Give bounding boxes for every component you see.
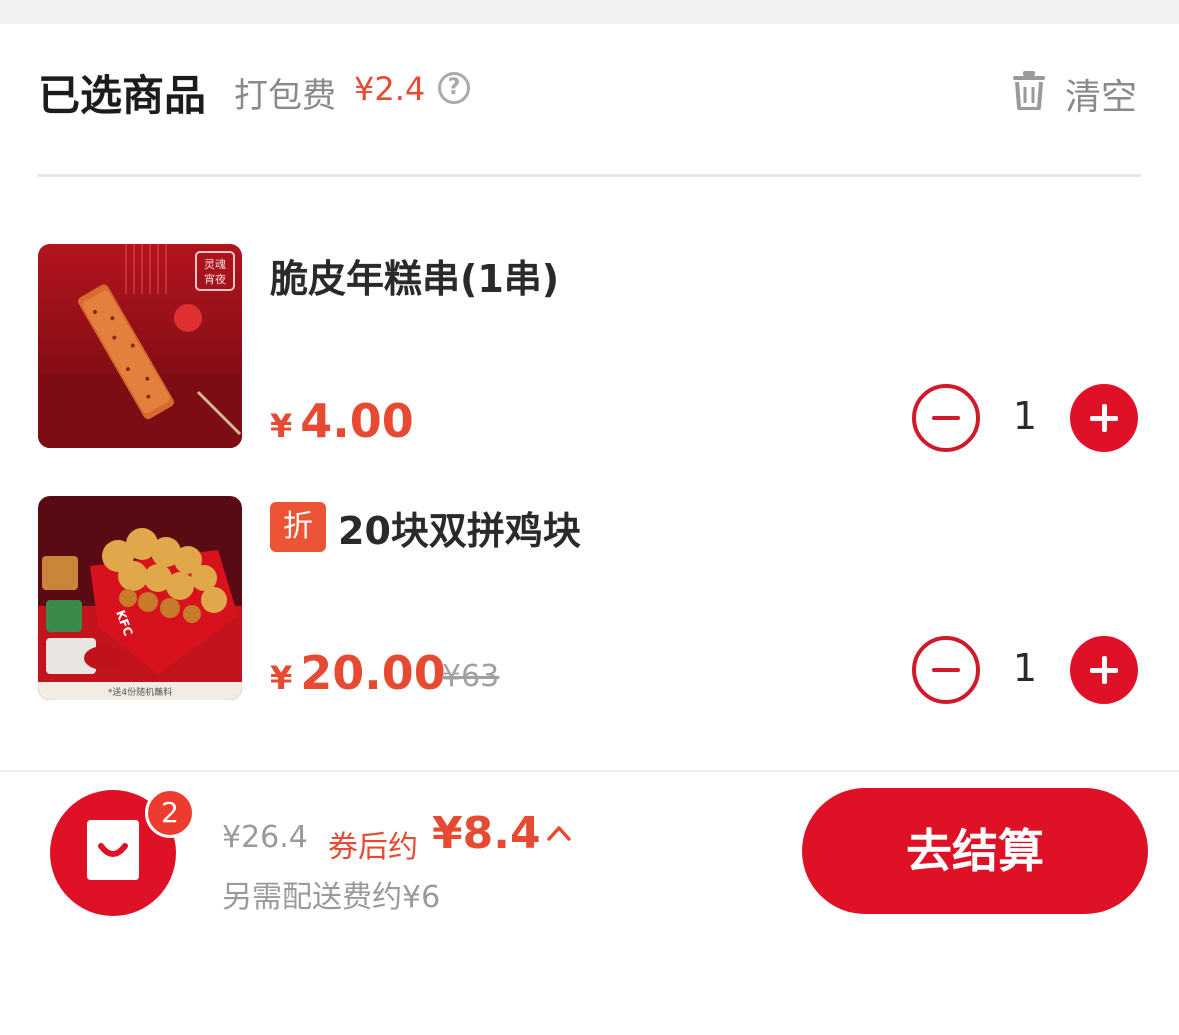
item-name: 20块双拼鸡块 [338, 509, 581, 553]
delivery-fee-note: 另需配送费约¥6 [222, 880, 441, 915]
quantity-stepper: 1 [912, 384, 1138, 452]
coupon-price[interactable]: ¥8.4 [432, 808, 541, 859]
clear-cart-button[interactable]: 清空 [1011, 66, 1141, 118]
checkout-bar: 2 ¥26.4 券后约 ¥8.4 另需配送费约¥6 去结算 [0, 770, 1179, 1035]
product-image[interactable]: *送4份随机蘸料 KFC [38, 496, 242, 700]
svg-text:宵夜: 宵夜 [204, 272, 226, 286]
help-icon[interactable]: ? [438, 72, 470, 104]
plus-icon[interactable] [1070, 636, 1138, 704]
minus-icon[interactable] [912, 384, 980, 452]
packing-fee-label: 打包费 [234, 76, 336, 116]
item-price: ¥20.00 [270, 646, 446, 700]
price-amount: 20.00 [300, 646, 446, 700]
cart-item: 灵魂 宵夜 脆皮年糕串(1串) ¥4.00 1 [38, 244, 1142, 452]
svg-text:*送4份随机蘸料: *送4份随机蘸料 [108, 686, 172, 698]
page-title: 已选商品 [38, 71, 207, 120]
shopping-bag-icon [87, 820, 139, 880]
trash-icon [1013, 71, 1045, 110]
cart-item: *送4份随机蘸料 KFC 折 20块双拼鸡块 ¥20.00 ¥63 1 [38, 496, 1142, 704]
item-name: 脆皮年糕串(1串) [270, 257, 560, 301]
price-amount: 4.00 [300, 394, 414, 448]
cart-header: 已选商品 打包费 ¥2.4 ? 清空 [38, 60, 1141, 120]
original-total: ¥26.4 [222, 820, 308, 855]
currency-symbol: ¥ [270, 407, 293, 445]
item-price: ¥4.00 [270, 394, 414, 448]
quantity-value: 1 [1012, 394, 1038, 438]
quantity-stepper: 1 [912, 636, 1138, 704]
svg-text:灵魂: 灵魂 [204, 258, 226, 271]
minus-icon[interactable] [912, 636, 980, 704]
cart-count-badge: 2 [145, 788, 195, 838]
currency-symbol: ¥ [270, 659, 293, 697]
packing-fee-value: ¥2.4 [354, 70, 426, 108]
original-price: ¥63 [442, 659, 500, 694]
header-divider [38, 174, 1141, 177]
caret-up-icon[interactable] [546, 824, 572, 842]
quantity-value: 1 [1012, 646, 1038, 690]
plus-icon[interactable] [1070, 384, 1138, 452]
clear-label: 清空 [1065, 77, 1138, 118]
coupon-label: 券后约 [328, 830, 418, 865]
product-image[interactable]: 灵魂 宵夜 [38, 244, 242, 448]
discount-tag: 折 [270, 502, 326, 552]
checkout-button[interactable]: 去结算 [802, 788, 1148, 914]
